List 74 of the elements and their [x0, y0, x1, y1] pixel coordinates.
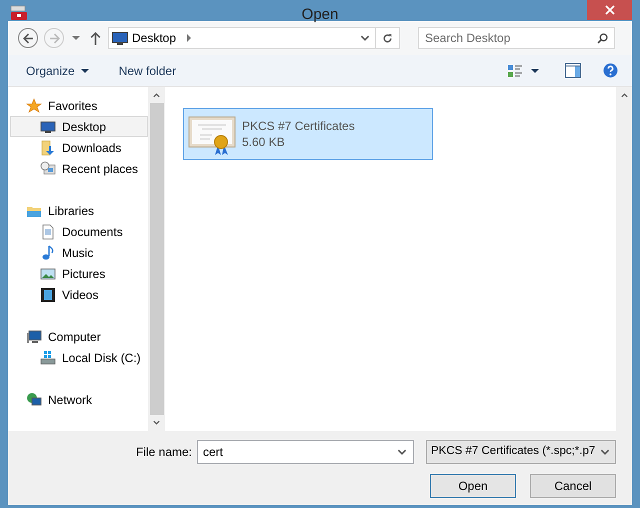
- back-button[interactable]: [18, 28, 38, 48]
- recent-places-icon: [40, 160, 56, 176]
- close-button[interactable]: [587, 0, 632, 20]
- sidebar-item[interactable]: Recent places: [10, 158, 148, 179]
- address-location: Desktop: [132, 30, 176, 47]
- sidebar-group[interactable]: Network: [8, 389, 148, 410]
- sidebar-item-label: Desktop: [62, 118, 106, 136]
- sidebar-item-label: Music: [62, 244, 94, 262]
- sidebar-group-label: Libraries: [48, 202, 94, 220]
- file-name: PKCS #7 Certificates: [242, 118, 355, 134]
- file-type-dropdown[interactable]: PKCS #7 Certificates (*.spc;*.p7: [426, 440, 616, 464]
- sidebar-item[interactable]: Downloads: [10, 137, 148, 158]
- star-icon: [26, 98, 42, 114]
- music-note-icon: [40, 244, 56, 260]
- downloads-icon: [40, 140, 56, 156]
- window-title: Open: [302, 5, 338, 25]
- picture-icon: [40, 266, 56, 282]
- cancel-button[interactable]: Cancel: [530, 474, 616, 498]
- breadcrumb-arrow-icon: [186, 34, 192, 42]
- file-item[interactable]: PKCS #7 Certificates 5.60 KB: [183, 108, 433, 160]
- sidebar-item-label: Recent places: [62, 160, 138, 178]
- sidebar-item[interactable]: Music: [10, 242, 148, 263]
- up-arrow-icon: [90, 32, 100, 44]
- sidebar-group-label: Favorites: [48, 98, 98, 114]
- back-arrow-icon: [22, 32, 34, 44]
- sidebar-item-label: Pictures: [62, 266, 106, 282]
- dropdown-arrow-icon: [72, 34, 80, 42]
- sidebar-group[interactable]: Computer: [8, 326, 148, 347]
- scrollbar-thumb[interactable]: [150, 103, 164, 415]
- file-name-field[interactable]: cert: [203, 443, 396, 461]
- scroll-down-icon: [152, 418, 161, 427]
- search-icon: [597, 32, 608, 44]
- organize-button[interactable]: Organize: [18, 58, 97, 82]
- sidebar-item-label: Downloads: [62, 140, 122, 156]
- sidebar-group[interactable]: Libraries: [8, 200, 148, 221]
- computer-icon: [26, 328, 42, 344]
- sidebar-group[interactable]: Favorites: [8, 95, 148, 116]
- scroll-up-icon: [620, 91, 628, 100]
- film-icon: [40, 286, 56, 302]
- dropdown-arrow-icon: [80, 66, 89, 74]
- preview-pane-icon: [565, 63, 581, 78]
- close-icon: [604, 5, 614, 15]
- file-type-value: PKCS #7 Certificates (*.spc;*.p7: [431, 444, 596, 460]
- search-box[interactable]: Search Desktop: [418, 27, 615, 49]
- document-icon: [40, 224, 56, 240]
- network-icon: [26, 392, 42, 408]
- address-bar[interactable]: Desktop: [108, 27, 400, 49]
- scroll-up-icon: [152, 91, 161, 100]
- help-icon: [603, 63, 618, 78]
- desktop-icon: [112, 32, 128, 44]
- content-scrollbar[interactable]: [616, 87, 632, 431]
- sidebar-scrollbar[interactable]: [148, 87, 165, 431]
- sidebar-item[interactable]: Desktop: [10, 116, 148, 137]
- sidebar-item-label: Documents: [62, 224, 123, 240]
- sidebar-item[interactable]: Videos: [10, 284, 148, 305]
- refresh-icon: [382, 32, 393, 44]
- dropdown-arrow-icon: [531, 66, 539, 74]
- sidebar-group-label: Computer: [48, 328, 101, 346]
- details-view-icon: [507, 62, 523, 78]
- sidebar-item[interactable]: Pictures: [10, 263, 148, 284]
- sidebar-group-label: Network: [48, 392, 92, 408]
- sidebar-item-label: Local Disk (C:): [62, 350, 141, 366]
- sidebar-item[interactable]: Local Disk (C:): [10, 347, 148, 368]
- open-button[interactable]: Open: [430, 474, 516, 498]
- file-name-box[interactable]: cert: [197, 440, 414, 464]
- forward-arrow-icon: [48, 32, 60, 44]
- sidebar-item[interactable]: Documents: [10, 221, 148, 242]
- search-field[interactable]: Search Desktop: [425, 29, 597, 47]
- file-size: 5.60 KB: [242, 134, 286, 150]
- sidebar-item-label: Videos: [62, 286, 98, 304]
- disk-drive-icon: [40, 350, 56, 366]
- desktop-icon: [40, 118, 56, 134]
- file-name-label: File name:: [136, 444, 192, 461]
- new-folder-button[interactable]: New folder: [110, 58, 184, 82]
